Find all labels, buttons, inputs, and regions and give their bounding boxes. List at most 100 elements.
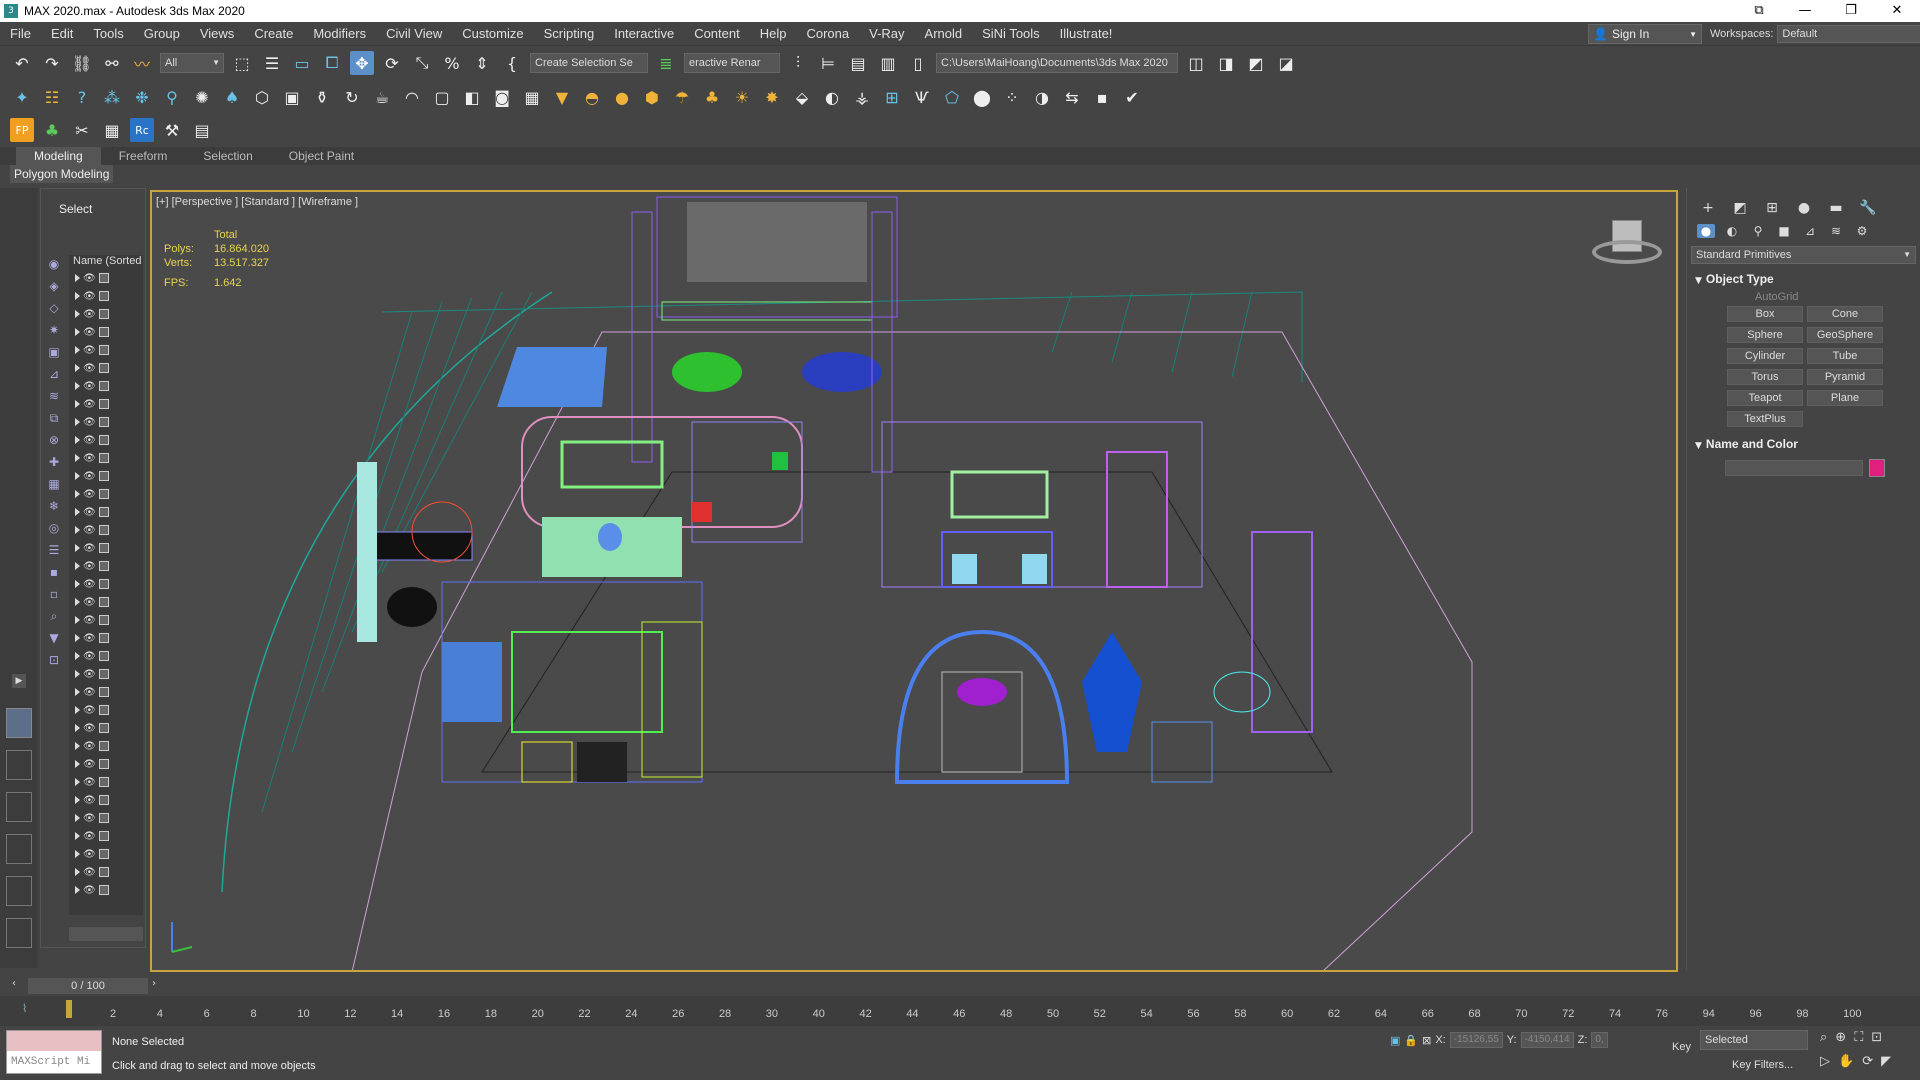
z-coordinate-field[interactable]: 0, (1591, 1032, 1608, 1048)
shapes-filter-icon[interactable]: ◇ (45, 299, 63, 317)
expand-arrow-icon[interactable] (75, 832, 80, 840)
motion-tab-icon[interactable]: ● (1793, 200, 1815, 216)
multi-material-icon[interactable]: ⁘ (1000, 85, 1024, 109)
tree-row[interactable]: 👁 (69, 719, 143, 737)
proxy-icon[interactable]: ⬡ (250, 85, 274, 109)
eye-icon[interactable]: 👁 (83, 687, 96, 698)
lights-filter-icon[interactable]: ✷ (45, 321, 63, 339)
layout-tab-1[interactable] (6, 708, 32, 738)
freeze-icon[interactable] (98, 633, 109, 643)
menu-arnold[interactable]: Arnold (915, 22, 973, 46)
select-object-icon[interactable]: ⬚ (230, 51, 254, 75)
camera-icon[interactable]: ◙ (490, 85, 514, 109)
bones-filter-icon[interactable]: ✚ (45, 453, 63, 471)
pan-icon[interactable]: ✋ (1838, 1054, 1854, 1069)
freeze-icon[interactable] (98, 723, 109, 733)
object-type-header[interactable]: ▼ Object Type (1691, 270, 1916, 288)
swap-icon[interactable]: ⇆ (1060, 85, 1084, 109)
freeze-icon[interactable] (98, 471, 109, 481)
link-icon[interactable]: ⛓ (70, 51, 94, 75)
menu-sini-tools[interactable]: SiNi Tools (972, 22, 1050, 46)
track-bar[interactable]: ⌇ 2 4 6 8 10 12 14 16 18 20 22 24 26 28 30 40 42 44 46 48 50… (0, 996, 1920, 1026)
scene-explorer-icon[interactable]: ▤ (846, 51, 870, 75)
expand-arrow-icon[interactable] (75, 346, 80, 354)
plane-button[interactable]: Plane (1807, 390, 1883, 406)
menu-help[interactable]: Help (750, 22, 797, 46)
bind-spacewarp-icon[interactable]: 〰 (130, 51, 154, 75)
menu-file[interactable]: File (0, 22, 41, 46)
frozen-filter-icon[interactable]: ❄ (45, 497, 63, 515)
expand-arrow-icon[interactable] (75, 526, 80, 534)
render-setup-icon[interactable]: ◫ (1184, 51, 1208, 75)
tree-row[interactable]: 👁 (69, 665, 143, 683)
utilities-tab-icon[interactable]: 🔧 (1857, 200, 1879, 216)
key-mode-dropdown[interactable]: Selected (1700, 1030, 1809, 1050)
cube-icon[interactable]: ⬙ (790, 85, 814, 109)
teapot-button[interactable]: Teapot (1727, 390, 1803, 406)
geometry-icon[interactable]: ● (1697, 224, 1715, 238)
tree-row[interactable]: 👁 (69, 647, 143, 665)
render-production-icon[interactable]: ◩ (1244, 51, 1268, 75)
maxscript-output[interactable] (7, 1031, 101, 1051)
close-button[interactable]: ✕ (1874, 0, 1920, 22)
expand-arrow-icon[interactable] (75, 760, 80, 768)
decal-icon[interactable]: ⬠ (940, 85, 964, 109)
shapes-icon[interactable]: ◐ (1723, 224, 1741, 238)
expand-arrow-icon[interactable] (75, 292, 80, 300)
freeze-icon[interactable] (98, 507, 109, 517)
menu-modifiers[interactable]: Modifiers (303, 22, 376, 46)
tree-row[interactable]: 👁 (69, 683, 143, 701)
none-icon[interactable]: ▫ (45, 585, 63, 603)
hidden-filter-icon[interactable]: ◎ (45, 519, 63, 537)
filter-icon[interactable]: ▼ (45, 629, 63, 647)
tree-row[interactable]: 👁 (69, 413, 143, 431)
polygon-modeling-panel[interactable]: Polygon Modeling (10, 165, 114, 183)
named-selection-dropdown[interactable]: Create Selection Se (530, 53, 648, 73)
freeze-icon[interactable] (98, 417, 109, 427)
light-bulb-icon[interactable]: ⚲ (160, 85, 184, 109)
eye-icon[interactable]: 👁 (83, 489, 96, 500)
freeze-icon[interactable] (98, 453, 109, 463)
asset-icon[interactable]: ▪ (1090, 85, 1114, 109)
bottle-icon[interactable]: ⚱ (310, 85, 334, 109)
expand-arrow-icon[interactable] (75, 382, 80, 390)
tree-row[interactable]: 👁 (69, 611, 143, 629)
expand-arrow-icon[interactable] (75, 652, 80, 660)
eye-icon[interactable]: 👁 (83, 345, 96, 356)
menu-vray[interactable]: V-Ray (859, 22, 914, 46)
x-coordinate-field[interactable]: -15126,55 (1449, 1032, 1503, 1048)
helpers-icon[interactable]: ⊿ (1801, 224, 1819, 238)
geosphere-button[interactable]: GeoSphere (1807, 327, 1883, 343)
autogrid-checkbox[interactable]: AutoGrid (1691, 288, 1916, 306)
eye-icon[interactable]: 👁 (83, 867, 96, 878)
interactive-render-dropdown[interactable]: eractive Renar (684, 53, 780, 73)
freeze-icon[interactable] (98, 327, 109, 337)
eye-icon[interactable]: 👁 (83, 273, 96, 284)
eye-icon[interactable]: 👁 (83, 453, 96, 464)
maxscript-input[interactable]: MAXScript Mi (7, 1051, 101, 1073)
expand-arrow-icon[interactable] (75, 598, 80, 606)
freeze-icon[interactable] (98, 399, 109, 409)
expand-arrow-icon[interactable] (75, 364, 80, 372)
eye-icon[interactable]: 👁 (83, 777, 96, 788)
layout-tab-2[interactable] (6, 750, 32, 780)
sun-light-icon[interactable]: ☀ (730, 85, 754, 109)
expand-arrow-icon[interactable] (75, 310, 80, 318)
tree-row[interactable]: 👁 (69, 881, 143, 899)
expand-arrow-icon[interactable] (75, 562, 80, 570)
list-icon[interactable]: ☷ (40, 85, 64, 109)
tab-freeform[interactable]: Freeform (101, 147, 186, 165)
menu-content[interactable]: Content (684, 22, 750, 46)
tree-row[interactable]: 👁 (69, 287, 143, 305)
eye-icon[interactable]: 👁 (83, 849, 96, 860)
spinner-snap-icon[interactable]: ⇕ (470, 51, 494, 75)
tree-row[interactable]: 👁 (69, 395, 143, 413)
viewcube-ring[interactable] (1592, 240, 1662, 264)
material-ball-icon[interactable]: ⬤ (970, 85, 994, 109)
tree-row[interactable]: 👁 (69, 593, 143, 611)
tree-row[interactable]: 👁 (69, 629, 143, 647)
table-icon[interactable]: ▦ (100, 118, 124, 142)
eye-icon[interactable]: 👁 (83, 291, 96, 302)
freeze-icon[interactable] (98, 291, 109, 301)
wrench-icon[interactable]: ⚒ (160, 118, 184, 142)
